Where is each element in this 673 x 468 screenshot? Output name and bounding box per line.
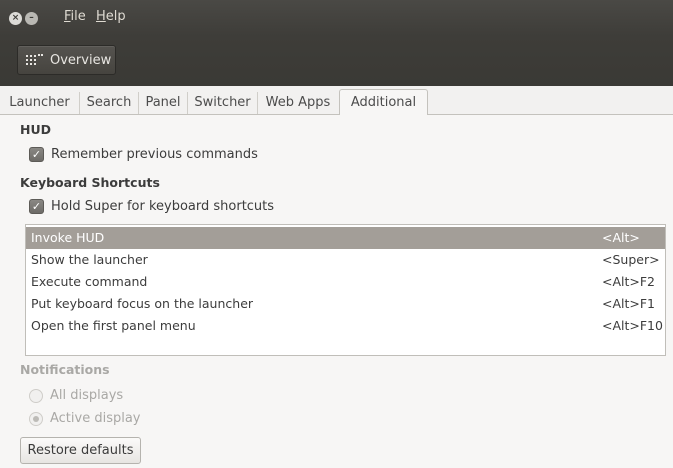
shortcut-list[interactable]: Invoke HUD <Alt> Show the launcher <Supe…: [25, 224, 666, 356]
tab-panel[interactable]: Panel: [139, 92, 188, 115]
shortcut-row-show-launcher[interactable]: Show the launcher <Super>: [26, 249, 665, 271]
restore-defaults-button[interactable]: Restore defaults: [20, 437, 141, 464]
minimize-icon[interactable]: –: [25, 12, 38, 25]
shortcut-action: Invoke HUD: [31, 230, 105, 245]
menu-file[interactable]: File: [64, 9, 86, 24]
shortcut-action: Show the launcher: [31, 252, 148, 267]
remember-commands-row[interactable]: ✓ Remember previous commands: [29, 147, 258, 162]
radio-button[interactable]: [29, 388, 43, 403]
remember-commands-label: Remember previous commands: [51, 147, 258, 162]
shortcut-row-panel-menu[interactable]: Open the first panel menu <Alt>F10: [26, 315, 665, 337]
shortcut-key: <Alt>F10: [602, 318, 663, 333]
radio-button[interactable]: [29, 411, 43, 426]
radio-active-display[interactable]: Active display: [29, 411, 141, 426]
hold-super-label: Hold Super for keyboard shortcuts: [51, 199, 275, 214]
grid-icon: [26, 54, 44, 66]
shortcut-key: <Alt>: [602, 230, 640, 245]
hold-super-row[interactable]: ✓ Hold Super for keyboard shortcuts: [29, 199, 274, 214]
tab-launcher[interactable]: Launcher: [0, 92, 80, 115]
tab-web-apps[interactable]: Web Apps: [258, 92, 338, 115]
shortcut-key: <Super>: [602, 252, 660, 267]
shortcut-action: Open the first panel menu: [31, 318, 196, 333]
shortcut-key: <Alt>F1: [602, 296, 656, 311]
tab-search[interactable]: Search: [80, 92, 139, 115]
radio-all-displays[interactable]: All displays: [29, 388, 123, 403]
shortcut-row-invoke-hud[interactable]: Invoke HUD <Alt>: [26, 227, 665, 249]
overview-button[interactable]: Overview: [17, 45, 116, 75]
overview-label: Overview: [50, 52, 112, 68]
menu-help-rest: elp: [105, 9, 126, 24]
close-icon[interactable]: ×: [9, 12, 22, 25]
tab-switcher[interactable]: Switcher: [188, 92, 258, 115]
shortcut-row-focus-launcher[interactable]: Put keyboard focus on the launcher <Alt>…: [26, 293, 665, 315]
remember-commands-checkbox[interactable]: ✓: [29, 147, 44, 162]
tab-additional[interactable]: Additional: [339, 89, 428, 116]
radio-label: Active display: [50, 411, 141, 426]
shortcut-action: Execute command: [31, 274, 148, 289]
radio-label: All displays: [50, 388, 124, 403]
hud-heading: HUD: [20, 122, 51, 137]
hold-super-checkbox[interactable]: ✓: [29, 199, 44, 214]
shortcut-action: Put keyboard focus on the launcher: [31, 296, 254, 311]
menu-file-rest: ile: [70, 9, 86, 24]
shortcut-key: <Alt>F2: [602, 274, 656, 289]
notifications-heading: Notifications: [20, 362, 110, 377]
menu-help[interactable]: Help: [96, 9, 126, 24]
shortcut-row-execute-command[interactable]: Execute command <Alt>F2: [26, 271, 665, 293]
toolbar: Overview: [0, 36, 673, 86]
title-bar: × – File Help: [0, 0, 673, 36]
keyboard-shortcuts-heading: Keyboard Shortcuts: [20, 175, 160, 190]
